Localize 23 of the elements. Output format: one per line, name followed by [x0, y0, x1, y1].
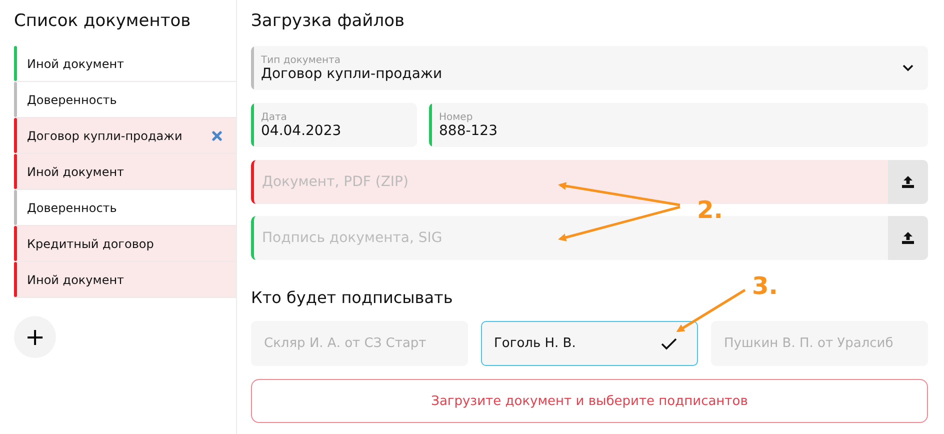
- upload-button[interactable]: [888, 216, 928, 260]
- date-field[interactable]: Дата 04.04.2023: [251, 103, 417, 147]
- document-item[interactable]: Иной документ: [14, 262, 236, 298]
- annotation-label: 3.: [752, 272, 778, 300]
- document-item[interactable]: Иной документ: [14, 154, 236, 190]
- chevron-down-icon: [902, 64, 914, 72]
- add-button[interactable]: +: [14, 316, 56, 358]
- remove-icon[interactable]: [212, 130, 222, 140]
- document-item[interactable]: Иной документ: [14, 46, 236, 82]
- upload-icon: [901, 175, 915, 189]
- number-field[interactable]: Номер 888-123: [429, 103, 928, 147]
- section-title: Загрузка файлов: [251, 10, 406, 32]
- section-title: Кто будет подписывать: [251, 288, 454, 307]
- signer-option[interactable]: Гоголь Н. В.: [481, 321, 698, 366]
- section-title: Список документов: [14, 10, 192, 32]
- document-type-select[interactable]: Тип документа Договор купли-продажи: [251, 46, 928, 90]
- document-item[interactable]: Договор купли-продажи: [14, 118, 236, 154]
- upload-button[interactable]: [888, 160, 928, 204]
- submit-button[interactable]: Загрузите документ и выберите подписантов: [251, 379, 928, 423]
- upload-icon: [901, 231, 915, 245]
- annotation-arrow: [676, 288, 746, 332]
- check-icon: [661, 338, 677, 350]
- document-item[interactable]: Кредитный договор: [14, 226, 236, 262]
